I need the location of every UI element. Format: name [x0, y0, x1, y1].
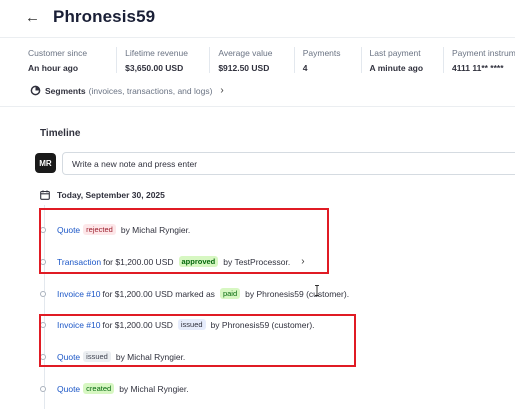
back-arrow-icon[interactable]: ←: [25, 9, 43, 26]
status-badge: paid: [219, 288, 241, 299]
timeline-event: Quote created by Michal Ryngier.: [40, 383, 191, 394]
event-link[interactable]: Invoice #10: [57, 289, 100, 299]
page-header: ← Phronesis59: [25, 7, 155, 27]
stat-last-payment: Last payment A minute ago: [360, 47, 443, 73]
event-text: for $1,200.00 USD marked as: [102, 288, 215, 299]
timeline-dot: [40, 385, 46, 392]
stat-label: Lifetime revenue: [125, 48, 188, 58]
stat-label: Payments: [302, 48, 341, 58]
stat-lifetime-revenue: Lifetime revenue $3,650.00 USD: [116, 47, 209, 73]
event-link[interactable]: Quote: [57, 384, 80, 394]
avatar: MR: [35, 153, 56, 173]
text-cursor-icon: [315, 285, 319, 296]
calendar-icon: [40, 190, 50, 200]
segments-description: (invoices, transactions, and logs): [88, 85, 213, 96]
customer-stats: Customer since An hour ago Lifetime reve…: [28, 47, 515, 73]
highlight-box: [39, 314, 356, 367]
stat-value: An hour ago: [28, 63, 79, 73]
stat-label: Average value: [218, 48, 273, 58]
stat-average-value: Average value $912.50 USD: [209, 47, 293, 73]
segments-divider: [0, 106, 515, 107]
segments-label: Segments: [45, 85, 86, 96]
timeline-title: Timeline: [40, 128, 81, 139]
timeline-dot: [40, 290, 46, 297]
timeline-event: Invoice #10 for $1,200.00 USD marked as …: [40, 288, 351, 299]
stat-label: Payment instrum: [452, 48, 515, 58]
stat-value: $912.50 USD: [218, 63, 270, 73]
stat-customer-since: Customer since An hour ago: [28, 47, 116, 73]
date-label: Today, September 30, 2025: [57, 190, 165, 200]
stat-payments: Payments 4: [293, 47, 361, 73]
header-divider: [0, 37, 515, 38]
stat-value: $3,650.00 USD: [125, 63, 184, 73]
note-input[interactable]: [62, 152, 515, 175]
status-badge: created: [83, 383, 115, 394]
stat-value: A minute ago: [369, 63, 424, 73]
segments-icon: [30, 85, 41, 96]
page-title: Phronesis59: [53, 7, 156, 26]
stat-value: 4111 11** ****: [452, 63, 504, 73]
event-text: by Michal Ryngier.: [119, 383, 189, 394]
highlight-box: [39, 208, 329, 274]
segments-toggle[interactable]: Segments (invoices, transactions, and lo…: [30, 85, 224, 96]
date-heading: Today, September 30, 2025: [40, 190, 165, 200]
event-text: by Phronesis59 (customer).: [245, 288, 350, 299]
chevron-right-icon: ›: [220, 85, 224, 96]
stat-label: Customer since: [28, 48, 88, 58]
stat-payment-instrument: Payment instrum 4111 11** ****: [443, 47, 515, 73]
stat-label: Last payment: [369, 48, 421, 58]
stat-value: 4: [302, 63, 308, 73]
